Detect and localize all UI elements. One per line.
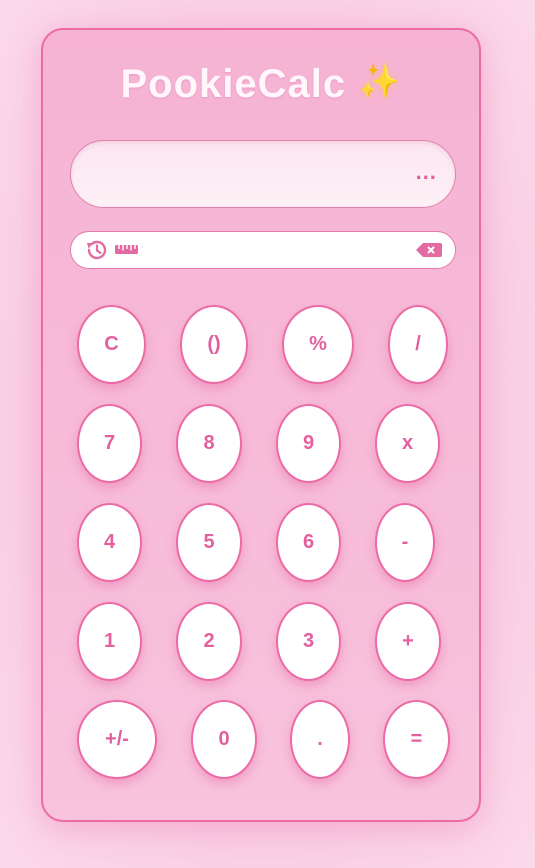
digit-6-button[interactable]: 6 xyxy=(276,503,341,582)
result-display: ... xyxy=(70,140,456,208)
digit-3-button[interactable]: 3 xyxy=(276,602,341,681)
calculator-panel: PookieCalc ✨ ... C () % / 7 8 9 x 4 5 6 … xyxy=(41,28,481,822)
display-value: ... xyxy=(415,159,437,184)
subtract-button[interactable]: - xyxy=(375,503,435,582)
digit-2-button[interactable]: 2 xyxy=(176,602,242,681)
negate-button[interactable]: +/- xyxy=(77,700,157,779)
digit-9-button[interactable]: 9 xyxy=(276,404,341,483)
digit-4-button[interactable]: 4 xyxy=(77,503,142,582)
app-title: PookieCalc ✨ xyxy=(43,62,479,107)
digit-8-button[interactable]: 8 xyxy=(176,404,242,483)
backspace-icon[interactable] xyxy=(415,239,443,261)
equals-button[interactable]: = xyxy=(383,700,450,779)
display-toolbar xyxy=(70,231,456,269)
digit-7-button[interactable]: 7 xyxy=(77,404,142,483)
history-icon[interactable] xyxy=(84,239,108,261)
clear-button[interactable]: C xyxy=(77,305,146,384)
sparkle-icon: ✨ xyxy=(358,63,402,101)
digit-5-button[interactable]: 5 xyxy=(176,503,242,582)
decimal-button[interactable]: . xyxy=(290,700,350,779)
ruler-icon[interactable] xyxy=(114,239,138,261)
multiply-button[interactable]: x xyxy=(375,404,440,483)
add-button[interactable]: + xyxy=(375,602,441,681)
parentheses-button[interactable]: () xyxy=(180,305,248,384)
divide-button[interactable]: / xyxy=(388,305,448,384)
digit-0-button[interactable]: 0 xyxy=(191,700,257,779)
digit-1-button[interactable]: 1 xyxy=(77,602,142,681)
app-title-text: PookieCalc xyxy=(120,62,347,106)
percent-button[interactable]: % xyxy=(282,305,354,384)
